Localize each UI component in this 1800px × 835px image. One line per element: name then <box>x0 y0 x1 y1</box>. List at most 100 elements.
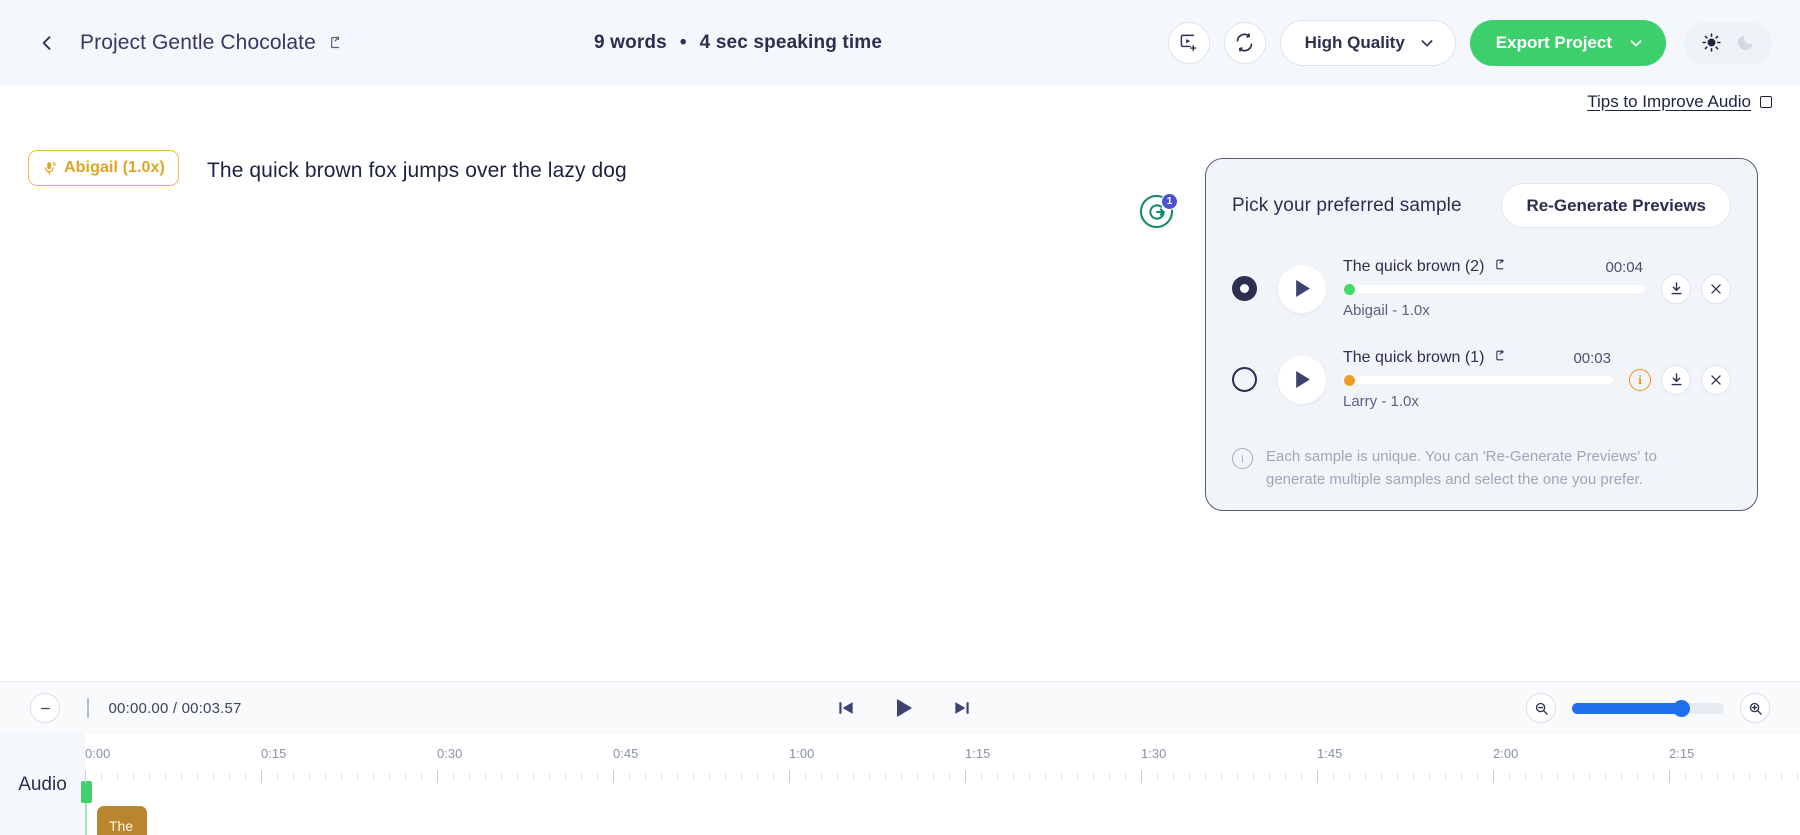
ruler-tick-minor <box>293 774 294 781</box>
sun-icon[interactable] <box>1700 32 1722 54</box>
sample-play-button[interactable] <box>1278 264 1326 313</box>
sample-row: The quick brown (2) 00:04 Abigail - 1.0x <box>1232 258 1731 319</box>
sample-name-group: The quick brown (2) <box>1343 258 1505 276</box>
quality-selector[interactable]: High Quality <box>1279 19 1456 66</box>
external-window-icon <box>1760 96 1772 108</box>
audio-clip[interactable]: The <box>97 806 147 835</box>
remove-sample-button[interactable] <box>1701 273 1731 304</box>
sample-select-radio[interactable] <box>1232 367 1257 392</box>
ruler-tick-minor <box>645 774 646 781</box>
theme-toggle[interactable] <box>1684 21 1772 64</box>
sample-progress-bar[interactable] <box>1343 283 1645 295</box>
ruler-tick-minor <box>853 774 854 781</box>
collapse-timeline-button[interactable] <box>30 693 60 723</box>
ruler-tick-minor <box>453 774 454 781</box>
voice-tag-button[interactable]: Abigail (1.0x) <box>28 150 179 186</box>
ruler-tick-minor <box>1525 774 1526 781</box>
sample-name-group: The quick brown (1) <box>1343 349 1505 367</box>
sample-progress-bar[interactable] <box>1343 374 1613 386</box>
refresh-button[interactable] <box>1223 21 1266 64</box>
ruler-tick-minor <box>1797 774 1798 781</box>
ruler-tick-minor <box>901 774 902 781</box>
ruler-tick-minor <box>309 774 310 781</box>
play-button[interactable] <box>893 696 915 720</box>
ruler-tick-minor <box>1685 774 1686 781</box>
zoom-slider-fill <box>1572 702 1682 714</box>
ruler-tick-major <box>1317 770 1318 783</box>
sample-select-radio[interactable] <box>1232 276 1257 301</box>
sample-play-button[interactable] <box>1278 355 1326 404</box>
ruler-tick-minor <box>1461 774 1462 781</box>
sample-row: The quick brown (1) 00:03 Larry - 1.0x i <box>1232 349 1731 410</box>
ruler-tick-label: 0:00 <box>85 746 111 761</box>
sample-actions <box>1661 273 1731 304</box>
ruler-tick-label: 0:15 <box>261 746 287 761</box>
ruler-tick-minor <box>949 774 950 781</box>
ruler-tick-minor <box>1077 774 1078 781</box>
ruler-tick-minor <box>213 774 214 781</box>
add-media-icon <box>1180 34 1197 52</box>
timeline-ruler[interactable]: The 0:00 0:15 0:30 0:45 1:00 1:15 1:30 1:45 2:00… <box>81 734 1800 835</box>
edit-title-icon[interactable] <box>326 35 341 50</box>
grammar-assistant-button[interactable]: 1 <box>1140 193 1178 231</box>
zoom-out-button[interactable] <box>1526 693 1556 723</box>
ruler-tick-minor <box>581 774 582 781</box>
ruler-tick-minor <box>837 774 838 781</box>
edit-pencil-icon[interactable] <box>1492 349 1505 367</box>
ruler-tick-label: 1:30 <box>1141 746 1167 761</box>
ruler-tick-minor <box>1589 774 1590 781</box>
zoom-slider[interactable] <box>1572 699 1724 717</box>
ruler-tick-minor <box>1093 774 1094 781</box>
playhead-handle[interactable] <box>81 781 92 803</box>
assistant-badge: 1 <box>1161 193 1178 210</box>
zoom-slider-knob[interactable] <box>1673 699 1691 717</box>
ruler-tick-label: 0:30 <box>437 746 463 761</box>
skip-back-button[interactable] <box>836 698 856 718</box>
ruler-tick-major <box>85 770 86 783</box>
ruler-tick-minor <box>1573 774 1574 781</box>
refresh-icon <box>1236 33 1253 52</box>
ruler-tick-minor <box>1717 774 1718 781</box>
regenerate-previews-button[interactable]: Re-Generate Previews <box>1501 183 1731 228</box>
playback-toolbar: 00:00.00 / 00:03.57 <box>0 682 1800 734</box>
panel-title: Pick your preferred sample <box>1232 194 1462 216</box>
close-icon <box>1711 374 1721 385</box>
speaking-time: 4 sec speaking time <box>699 31 883 53</box>
export-project-button[interactable]: Export Project <box>1469 19 1666 66</box>
ruler-tick-minor <box>1765 774 1766 781</box>
add-media-button[interactable] <box>1167 21 1210 64</box>
ruler-tick-minor <box>421 774 422 781</box>
script-text[interactable]: The quick brown fox jumps over the lazy … <box>207 150 627 185</box>
download-button[interactable] <box>1661 364 1691 395</box>
ruler-tick-minor <box>1205 774 1206 781</box>
remove-sample-button[interactable] <box>1701 364 1731 395</box>
zoom-in-icon <box>1749 702 1762 715</box>
project-title-group[interactable]: Project Gentle Chocolate <box>80 31 341 55</box>
skip-forward-button[interactable] <box>952 698 972 718</box>
tips-to-improve-audio-link[interactable]: Tips to Improve Audio <box>1587 92 1772 112</box>
back-button[interactable] <box>34 30 60 56</box>
ruler-tick-minor <box>1333 774 1334 781</box>
edit-pencil-icon[interactable] <box>1492 258 1505 276</box>
warning-info-icon[interactable]: i <box>1629 368 1651 391</box>
ruler-tick-minor <box>1701 774 1702 781</box>
ruler-tick-minor <box>1173 774 1174 781</box>
ruler-tick-minor <box>517 774 518 781</box>
toolbar-separator <box>87 698 89 718</box>
ruler-tick-minor <box>1029 774 1030 781</box>
ruler-tick-minor <box>1733 774 1734 781</box>
ruler-tick-minor <box>1781 774 1782 781</box>
moon-icon[interactable] <box>1734 32 1756 54</box>
download-button[interactable] <box>1661 273 1691 304</box>
ruler-tick-minor <box>1237 774 1238 781</box>
ruler-tick-label: 2:15 <box>1669 746 1695 761</box>
ruler-tick-minor <box>277 774 278 781</box>
zoom-in-button[interactable] <box>1740 693 1770 723</box>
minus-icon <box>40 707 50 709</box>
ruler-tick-major <box>1493 770 1494 783</box>
ruler-tick-minor <box>1557 774 1558 781</box>
ruler-tick-minor <box>101 774 102 781</box>
ruler-tick-label: 1:45 <box>1317 746 1343 761</box>
ruler-tick-minor <box>1637 774 1638 781</box>
transport-controls <box>836 696 972 720</box>
